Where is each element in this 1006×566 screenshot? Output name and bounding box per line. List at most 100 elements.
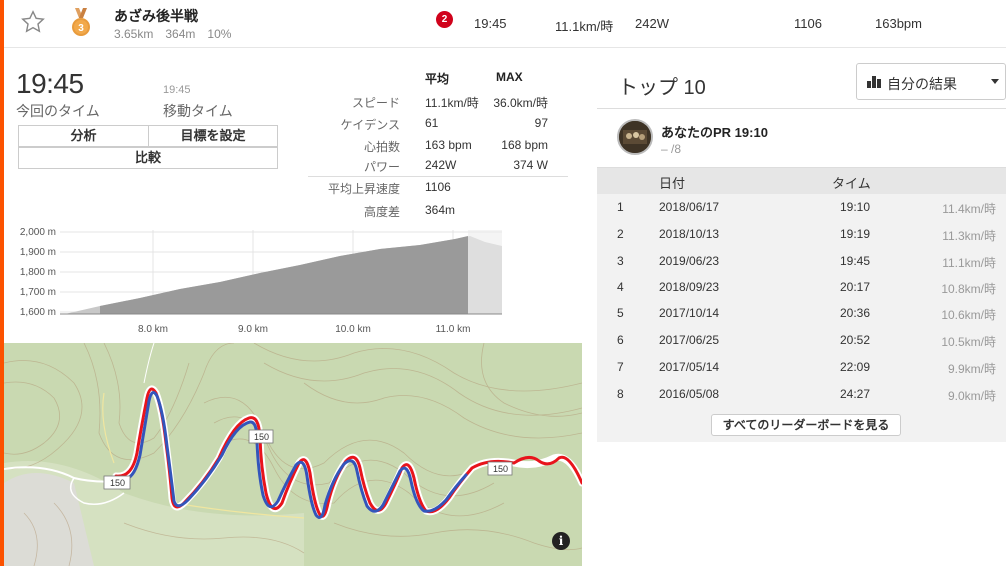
row-date: 2016/05/08	[659, 387, 720, 401]
stats-max-header: MAX	[496, 70, 523, 84]
stat-label: スピード	[351, 96, 400, 110]
star-icon[interactable]	[20, 9, 46, 35]
stat-row-cadence: ケイデンス 61 97	[308, 116, 568, 138]
pr-label: あなたのPR 19:10	[661, 125, 768, 140]
row-pace: 11.1km/時	[942, 256, 996, 270]
row-rank: 7	[617, 360, 624, 374]
row-rank: 1	[617, 200, 624, 214]
row-pace: 10.5km/時	[941, 335, 996, 349]
row-rank: 2	[617, 227, 624, 241]
row-time: 20:52	[840, 333, 871, 347]
results-filter-dropdown[interactable]: 自分の結果	[856, 63, 1006, 100]
row-time: 20:36	[840, 306, 871, 320]
header-time: 19:45	[474, 16, 507, 31]
row-rank: 5	[617, 306, 624, 320]
row-rank: 3	[617, 254, 624, 268]
row-time: 19:19	[840, 227, 871, 241]
info-icon[interactable]: i	[552, 532, 570, 550]
segment-elevation: 364m	[165, 27, 196, 41]
segment-meta: 3.65km 364m 10%	[114, 27, 243, 41]
map-label: 150	[110, 478, 125, 488]
map-label: 150	[254, 432, 269, 442]
stat-label: 心拍数	[363, 140, 400, 154]
stat-avg: 242W	[425, 158, 457, 172]
stats-divider	[308, 176, 568, 177]
bronze-medal-icon: 3	[72, 8, 90, 36]
stat-avg: 1106	[425, 180, 451, 194]
y-tick: 2,000 m	[20, 227, 56, 238]
stat-label: 高度差	[363, 205, 400, 219]
leaderboard-table: 日付 タイム 1 2018/06/17 19:10 11.4km/時 2 201…	[597, 168, 1006, 442]
analyze-button[interactable]: 分析	[18, 125, 149, 147]
stat-max: 374 W	[513, 158, 548, 172]
y-tick: 1,600 m	[20, 307, 56, 318]
moving-time-label: 移動タイム	[163, 103, 233, 119]
row-pace: 9.0km/時	[947, 389, 996, 403]
row-date: 2018/06/17	[659, 200, 720, 214]
row-date: 2018/10/13	[659, 227, 720, 241]
chevron-down-icon	[991, 79, 999, 84]
stat-max: 36.0km/時	[493, 96, 548, 110]
stat-row-speed: スピード 11.1km/時 36.0km/時	[308, 94, 568, 116]
segment-map[interactable]: 150 150 150 i	[4, 343, 582, 566]
x-tick: 10.0 km	[335, 324, 371, 335]
row-time: 22:09	[840, 360, 871, 374]
row-time: 20:17	[840, 280, 871, 294]
table-row[interactable]: 7 2017/05/14 22:09 9.9km/時	[597, 354, 1006, 380]
table-row[interactable]: 3 2019/06/23 19:45 11.1km/時	[597, 248, 1006, 274]
elapsed-time: 19:45	[16, 68, 84, 99]
header-speed: 11.1km/時	[555, 19, 614, 34]
row-pace: 10.8km/時	[941, 282, 996, 296]
set-goal-button[interactable]: 目標を設定	[148, 125, 278, 147]
bar-chart-icon	[867, 76, 881, 88]
stat-row-vam: 平均上昇速度 1106	[308, 180, 568, 202]
stat-max: 97	[534, 116, 548, 130]
row-time: 19:10	[840, 200, 871, 214]
segment-name[interactable]: あざみ後半戦	[114, 6, 198, 26]
segment-header-row[interactable]: 3 あざみ後半戦 3.65km 364m 10% 2 19:45 11.1km/時 …	[4, 0, 1006, 48]
compare-button[interactable]: 比較	[18, 147, 278, 169]
y-tick: 1,900 m	[20, 247, 56, 258]
pr-rank: – /8	[661, 142, 682, 156]
personal-record-card: あなたのPR 19:10 – /8	[597, 108, 1006, 168]
table-row[interactable]: 1 2018/06/17 19:10 11.4km/時	[597, 194, 1006, 220]
row-date: 2017/10/14	[659, 306, 720, 320]
stat-avg: 11.1km/時	[425, 96, 479, 110]
stat-avg: 61	[425, 116, 439, 130]
stat-avg: 163 bpm	[425, 138, 472, 152]
moving-time: 19:45	[163, 84, 191, 96]
table-row[interactable]: 5 2017/10/14 20:36 10.6km/時	[597, 300, 1006, 326]
elevation-segment-area	[100, 236, 468, 314]
header-vam: 1106	[794, 16, 822, 31]
row-pace: 10.6km/時	[941, 308, 996, 322]
row-date: 2019/06/23	[659, 254, 720, 268]
row-pace: 11.3km/時	[942, 229, 996, 243]
col-date-header: 日付	[659, 176, 686, 191]
row-rank: 8	[617, 387, 624, 401]
table-row[interactable]: 4 2018/09/23 20:17 10.8km/時	[597, 274, 1006, 300]
header-power: 242W	[635, 16, 669, 31]
table-row[interactable]: 8 2016/05/08 24:27 9.0km/時	[597, 381, 1006, 407]
avatar[interactable]	[617, 119, 653, 155]
map-canvas[interactable]: 150 150 150	[4, 343, 582, 566]
table-row[interactable]: 6 2017/06/25 20:52 10.5km/時	[597, 327, 1006, 353]
elapsed-time-label: 今回のタイム	[16, 103, 100, 119]
header-heart-rate: 163bpm	[875, 16, 922, 31]
elevation-after-shade	[468, 230, 502, 314]
row-pace: 9.9km/時	[947, 362, 996, 376]
map-label: 150	[493, 464, 508, 474]
table-row[interactable]: 2 2018/10/13 19:19 11.3km/時	[597, 221, 1006, 247]
x-tick: 11.0 km	[436, 324, 471, 335]
stat-label: パワー	[363, 160, 400, 174]
stat-max: 168 bpm	[501, 138, 548, 152]
medal-rank: 3	[78, 23, 84, 34]
leaderboard-header: 日付 タイム	[597, 168, 1006, 194]
elevation-profile-chart[interactable]: 2,000 m 1,900 m 1,800 m 1,700 m 1,600 m …	[10, 222, 510, 342]
stat-row-heart-rate: 心拍数 163 bpm 168 bpm	[308, 138, 568, 160]
results-filter-label: 自分の結果	[887, 76, 957, 92]
y-tick: 1,800 m	[20, 267, 56, 278]
x-tick: 9.0 km	[238, 324, 268, 335]
view-all-leaderboards-button[interactable]: すべてのリーダーボードを見る	[711, 414, 901, 436]
row-date: 2018/09/23	[659, 280, 720, 294]
row-time: 19:45	[840, 254, 871, 268]
